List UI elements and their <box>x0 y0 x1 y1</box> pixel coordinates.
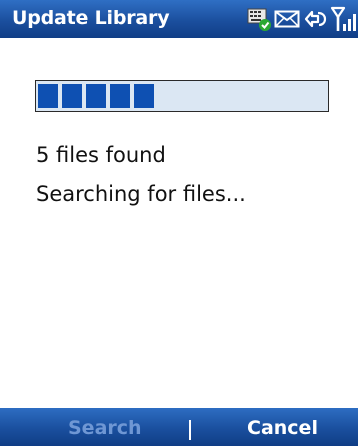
title-bar: Update Library <box>0 0 358 38</box>
progress-fill <box>38 84 154 108</box>
search-softkey[interactable]: Search <box>68 417 142 439</box>
search-status-text: Searching for files... <box>36 182 246 206</box>
status-icons <box>246 5 356 33</box>
softkey-bar: Search Cancel <box>0 408 358 446</box>
envelope-icon <box>274 8 300 30</box>
signal-icon <box>330 5 356 33</box>
keyboard-check-icon <box>246 6 272 32</box>
softkey-divider <box>189 420 191 440</box>
cancel-softkey[interactable]: Cancel <box>247 417 318 439</box>
progress-bar <box>35 80 329 112</box>
files-found-text: 5 files found <box>36 143 166 167</box>
sync-icon <box>302 6 328 32</box>
window-title: Update Library <box>12 7 170 29</box>
